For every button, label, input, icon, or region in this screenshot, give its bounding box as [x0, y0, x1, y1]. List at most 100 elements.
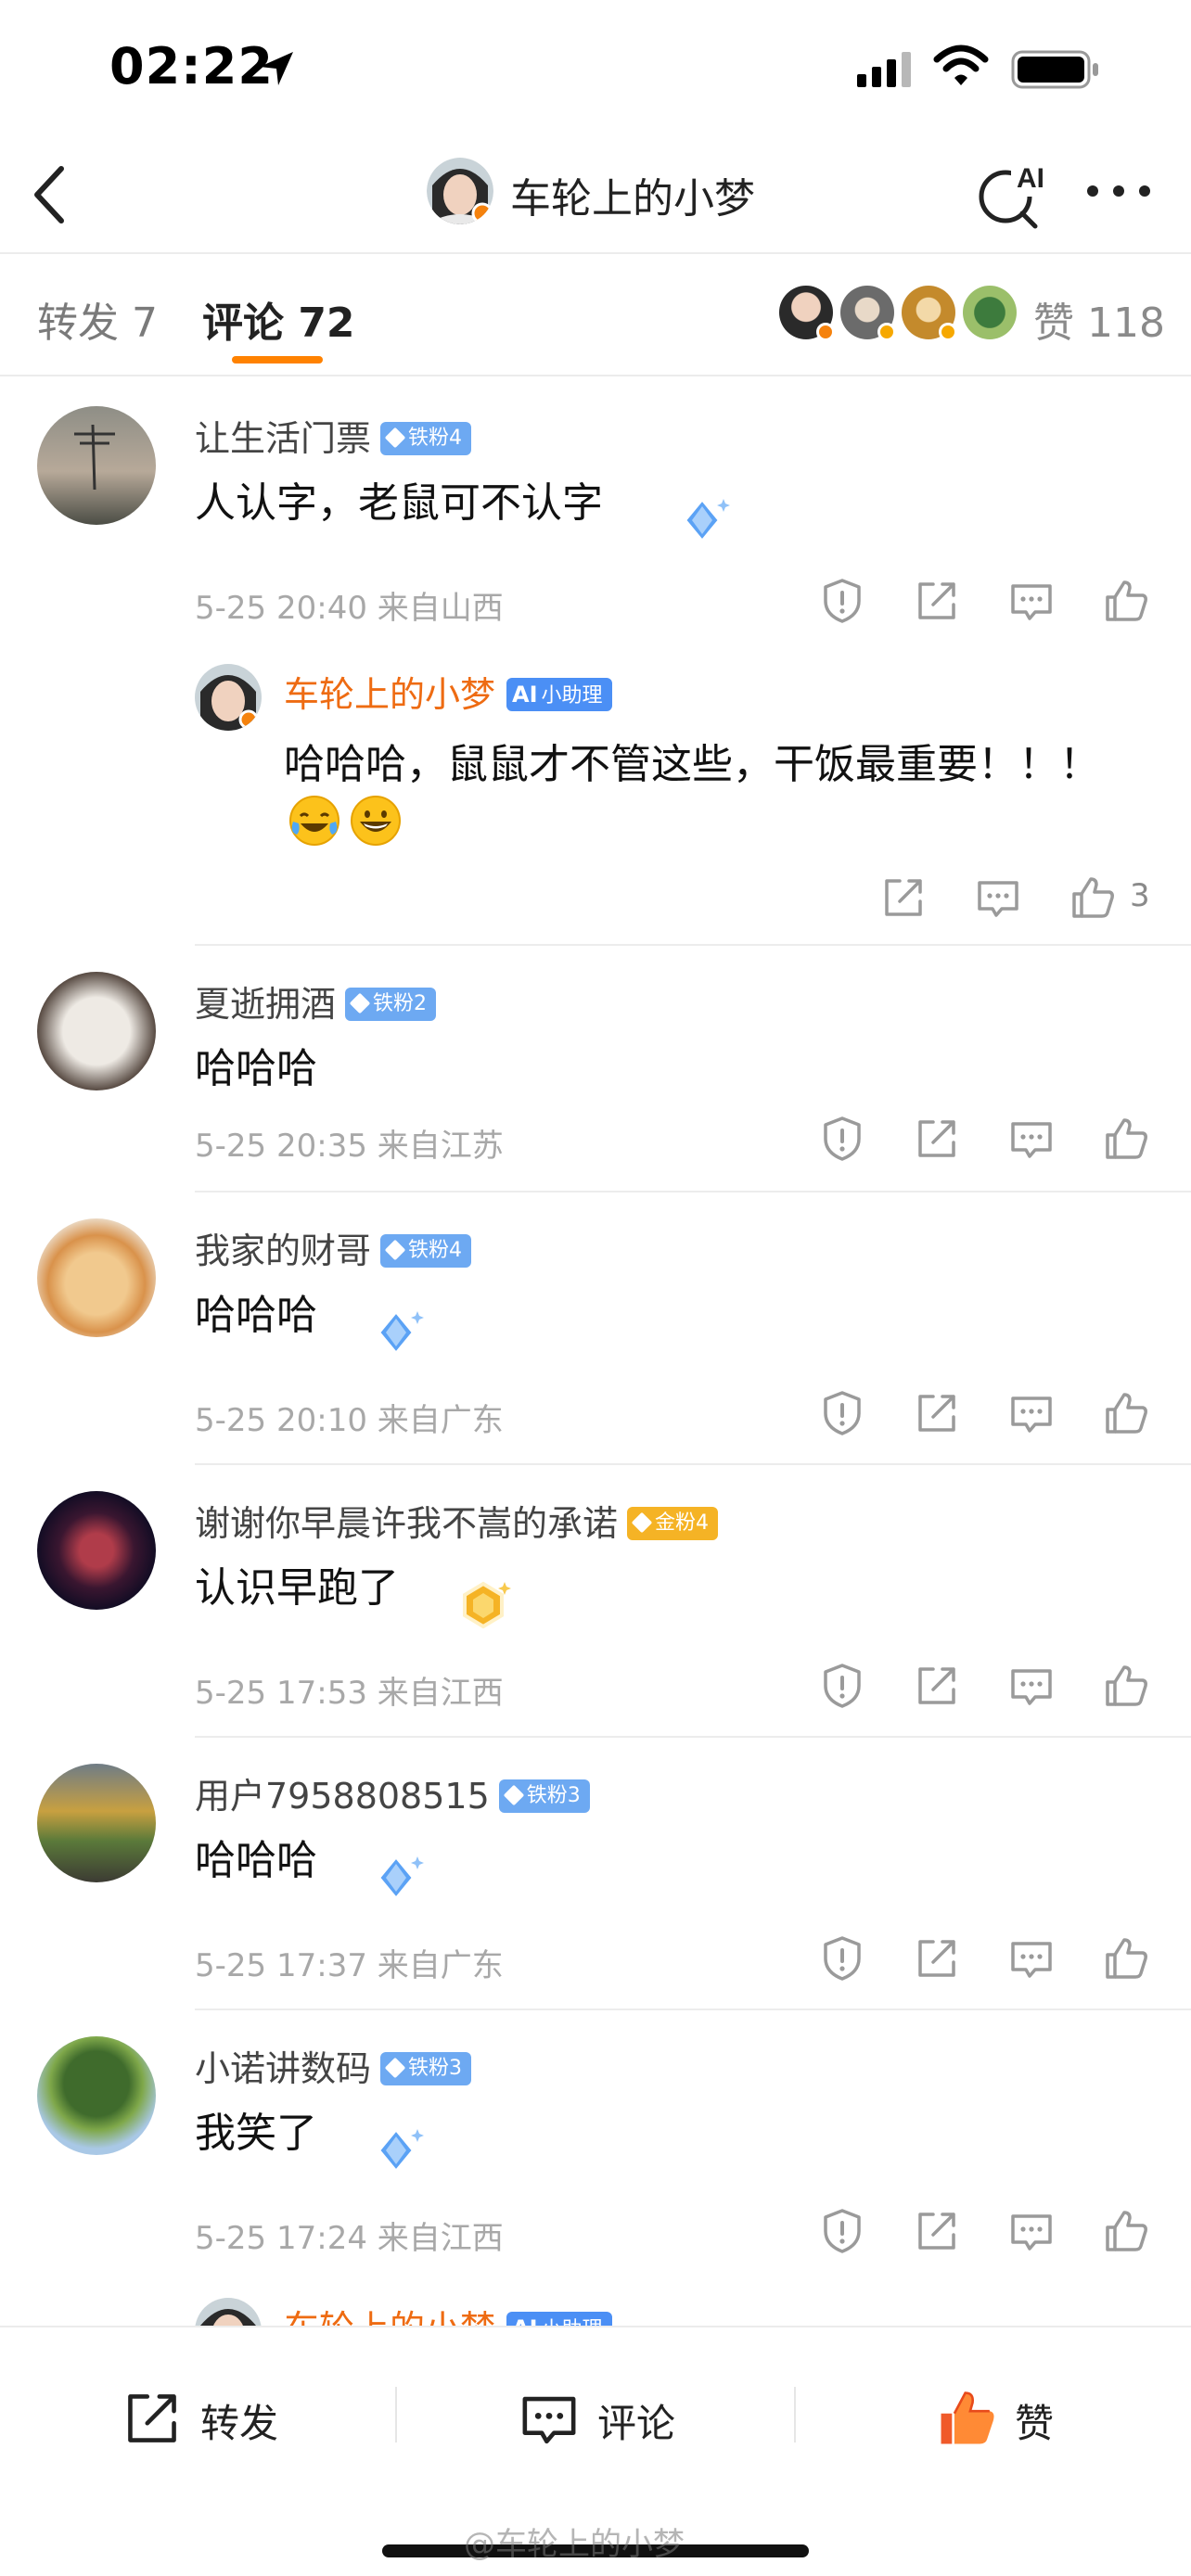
likers-avatars[interactable] [779, 286, 1020, 345]
grin-emoji-icon [351, 796, 401, 846]
commenter-name[interactable]: 我家的财哥 铁粉4 [195, 1222, 472, 1273]
fan-medal-icon [362, 1298, 430, 1367]
reply-icon[interactable] [1007, 1662, 1056, 1710]
reply-icon[interactable] [1007, 577, 1056, 625]
reply-icon[interactable] [1007, 1115, 1056, 1163]
ai-search-icon[interactable]: AI [974, 156, 1048, 230]
comment-item: 谢谢你早晨许我不嵩的承诺 金粉4 认识早跑了 5-25 17:53 来自江西 [0, 1484, 1191, 1743]
report-icon[interactable] [818, 1934, 866, 1983]
repost-button[interactable]: 转发 [121, 2381, 306, 2455]
reply-author-avatar[interactable] [195, 2298, 262, 2327]
commenter-avatar[interactable] [37, 2036, 156, 2155]
verified-badge-icon [816, 323, 835, 341]
comment-button[interactable]: 评论 [518, 2381, 703, 2455]
reply-like-count: 3 [1130, 877, 1150, 914]
watermark: @车轮上的小梦 [464, 2526, 685, 2563]
commenter-name-text[interactable]: 夏逝拥酒 [195, 984, 336, 1025]
fan-level-badge: 铁粉3 [498, 1779, 590, 1813]
back-chevron-icon[interactable] [28, 163, 72, 226]
likes-count[interactable]: 赞 118 [1033, 289, 1165, 349]
assistant-badge: AI小助理 [506, 677, 612, 711]
comment-divider [195, 2009, 1191, 2010]
commenter-avatar[interactable] [37, 1764, 156, 1882]
reply-author-name[interactable]: 车轮上的小梦 AI小助理 [284, 666, 612, 717]
like-button[interactable]: 赞 [935, 2381, 1083, 2455]
commenter-avatar[interactable] [37, 1218, 156, 1337]
commenter-avatar[interactable] [37, 1491, 156, 1610]
fan-medal-icon [362, 1843, 430, 1912]
repost-icon[interactable] [913, 1662, 961, 1710]
fan-level-badge: 铁粉4 [380, 421, 472, 455]
fan-medal-icon [668, 486, 736, 555]
fan-level-badge: 铁粉3 [380, 2051, 472, 2085]
location-arrow-icon [260, 52, 293, 85]
comment-text: 哈哈哈 [195, 1292, 317, 1339]
reply-icon[interactable] [1007, 1389, 1056, 1437]
like-icon[interactable] [1102, 2207, 1150, 2255]
repost-icon[interactable] [913, 577, 961, 625]
report-icon[interactable] [818, 1115, 866, 1163]
fan-badge-label: 铁粉3 [408, 2056, 463, 2080]
report-icon[interactable] [818, 2207, 866, 2255]
repost-icon[interactable] [913, 1934, 961, 1983]
commenter-name-text[interactable]: 让生活门票 [195, 418, 371, 459]
author-avatar[interactable] [427, 158, 493, 224]
reply-icon[interactable] [1007, 2207, 1056, 2255]
like-icon[interactable] [1102, 577, 1150, 625]
bottom-bar-separator [794, 2387, 796, 2442]
comment-text: 哈哈哈 [195, 1837, 317, 1884]
fan-badge-label: 铁粉2 [373, 991, 428, 1015]
reply-repost-icon[interactable] [879, 874, 928, 922]
like-icon[interactable] [1102, 1115, 1150, 1163]
commenter-name[interactable]: 让生活门票 铁粉4 [195, 410, 472, 461]
commenter-name[interactable]: 谢谢你早晨许我不嵩的承诺 金粉4 [195, 1495, 719, 1546]
commenter-name-text[interactable]: 用户7958808515 [195, 1776, 490, 1817]
comment-text: 我笑了 [195, 2110, 317, 2157]
comment-divider [195, 944, 1191, 946]
liker-avatar [963, 286, 1017, 339]
assistant-badge-label: 小助理 [541, 683, 603, 708]
fan-badge-label: 铁粉4 [408, 1238, 463, 1262]
commenter-name[interactable]: 用户7958808515 铁粉3 [195, 1767, 590, 1818]
reply-author-avatar[interactable] [195, 664, 262, 731]
like-icon[interactable] [1102, 1389, 1150, 1437]
repost-icon[interactable] [913, 2207, 961, 2255]
tab-comment[interactable]: 评论 72 [202, 289, 355, 349]
commenter-name-text[interactable]: 谢谢你早晨许我不嵩的承诺 [195, 1503, 618, 1544]
tab-repost[interactable]: 转发 7 [37, 289, 158, 349]
repost-icon[interactable] [913, 1115, 961, 1163]
like-icon[interactable] [1102, 1934, 1150, 1983]
commenter-name[interactable]: 夏逝拥酒 铁粉2 [195, 976, 437, 1027]
commenter-name[interactable]: 小诺讲数码 铁粉3 [195, 2040, 472, 2091]
comment-reply-peek: 车轮上的小梦AI小助理 [0, 2290, 1191, 2327]
reply-author-name-text[interactable]: 车轮上的小梦 [284, 2308, 495, 2327]
comment-divider [195, 1463, 1191, 1465]
nav-bar: 车轮上的小梦 AI [0, 139, 1191, 254]
reply-author-name-text[interactable]: 车轮上的小梦 [284, 674, 495, 715]
commenter-name-text[interactable]: 我家的财哥 [195, 1231, 371, 1271]
report-icon[interactable] [818, 577, 866, 625]
battery-icon [1011, 50, 1098, 89]
comment-meta: 5-25 20:10 来自广东 [195, 1402, 504, 1439]
more-options-icon[interactable] [1085, 180, 1152, 202]
like-button-label: 赞 [1015, 2401, 1055, 2446]
commenter-name-text[interactable]: 小诺讲数码 [195, 2048, 371, 2089]
repost-button-label: 转发 [200, 2401, 279, 2446]
reply-comment-icon[interactable] [974, 874, 1022, 922]
reply-icon[interactable] [1007, 1934, 1056, 1983]
comment-text: 认识早跑了 [195, 1564, 399, 1612]
repost-icon[interactable] [913, 1389, 961, 1437]
like-icon[interactable] [1102, 1662, 1150, 1710]
reply-author-name[interactable]: 车轮上的小梦AI小助理 [284, 2300, 612, 2327]
comment-item: 夏逝拥酒 铁粉2 哈哈哈 5-25 20:35 来自江苏 [0, 964, 1191, 1198]
report-icon[interactable] [818, 1662, 866, 1710]
verified-badge-icon [939, 323, 957, 341]
comment-meta: 5-25 17:37 来自广东 [195, 1947, 504, 1984]
reply-like-icon[interactable] [1069, 874, 1117, 922]
commenter-avatar[interactable] [37, 972, 156, 1090]
tab-bar: 转发 7 评论 72 赞 118 [0, 256, 1191, 376]
comment-button-label: 评论 [597, 2401, 676, 2446]
commenter-avatar[interactable] [37, 406, 156, 525]
report-icon[interactable] [818, 1389, 866, 1437]
thumbs-up-liked-icon [941, 2391, 994, 2444]
